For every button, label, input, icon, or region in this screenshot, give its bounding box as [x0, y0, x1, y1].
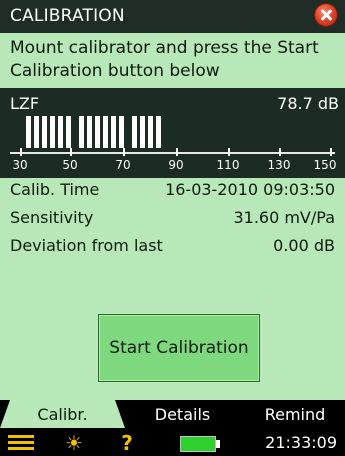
deviation-label: Deviation from last [10, 236, 163, 255]
sensitivity-label: Sensitivity [10, 208, 94, 227]
scale-tick-label: 90 [168, 158, 184, 172]
battery-icon[interactable] [180, 436, 220, 452]
help-icon[interactable]: ? [117, 431, 137, 455]
scale-tick [70, 148, 72, 156]
tab-bar: Calibr. Details Remind [0, 400, 345, 428]
menu-icon[interactable] [8, 435, 34, 451]
calib-time-value: 16-03-2010 09:03:50 [165, 180, 335, 199]
instruction-panel: Mount calibrator and press the Start Cal… [0, 33, 345, 88]
calib-time-row: Calib. Time 16-03-2010 09:03:50 [10, 180, 335, 204]
tab-calibr[interactable]: Calibr. [0, 400, 125, 428]
scale-tick-label: 150 [313, 158, 337, 172]
tab-remind[interactable]: Remind [245, 400, 345, 428]
status-bar: ☀ ? 21:33:09 [0, 428, 345, 456]
title-bar: CALIBRATION [0, 0, 345, 33]
deviation-row: Deviation from last 0.00 dB [10, 236, 335, 260]
scale-tick [228, 148, 230, 156]
deviation-value: 0.00 dB [273, 236, 335, 255]
backlight-icon[interactable]: ☀ [62, 431, 86, 455]
instruction-text: Mount calibrator and press the Start Cal… [10, 38, 319, 81]
window-title: CALIBRATION [10, 6, 125, 26]
meter-value: 78.7 dB [277, 94, 339, 113]
sensitivity-row: Sensitivity 31.60 mV/Pa [10, 208, 335, 232]
start-calibration-button[interactable]: Start Calibration [98, 314, 260, 382]
close-icon[interactable] [315, 4, 337, 26]
scale-tick-label: 50 [62, 158, 78, 172]
calibration-info-panel: Calib. Time 16-03-2010 09:03:50 Sensitiv… [0, 178, 345, 400]
clock: 21:33:09 [265, 433, 337, 452]
scale-tick-label: 70 [115, 158, 131, 172]
scale-tick [20, 148, 22, 156]
scale-tick-label: 130 [267, 158, 291, 172]
scale-tick [279, 148, 281, 156]
scale-tick-label: 110 [216, 158, 240, 172]
tab-details[interactable]: Details [130, 400, 235, 428]
meter-label: LZF [10, 94, 40, 113]
sensitivity-value: 31.60 mV/Pa [233, 208, 335, 227]
meter-baseline [10, 152, 335, 154]
scale-tick [176, 148, 178, 156]
level-meter: LZF 78.7 dB 30 50 70 90 110 130 150 [0, 88, 345, 178]
scale-tick-label: 30 [12, 158, 28, 172]
level-bar-graph [26, 116, 164, 148]
calib-time-label: Calib. Time [10, 180, 100, 199]
scale-tick [330, 148, 332, 156]
scale-tick [123, 148, 125, 156]
